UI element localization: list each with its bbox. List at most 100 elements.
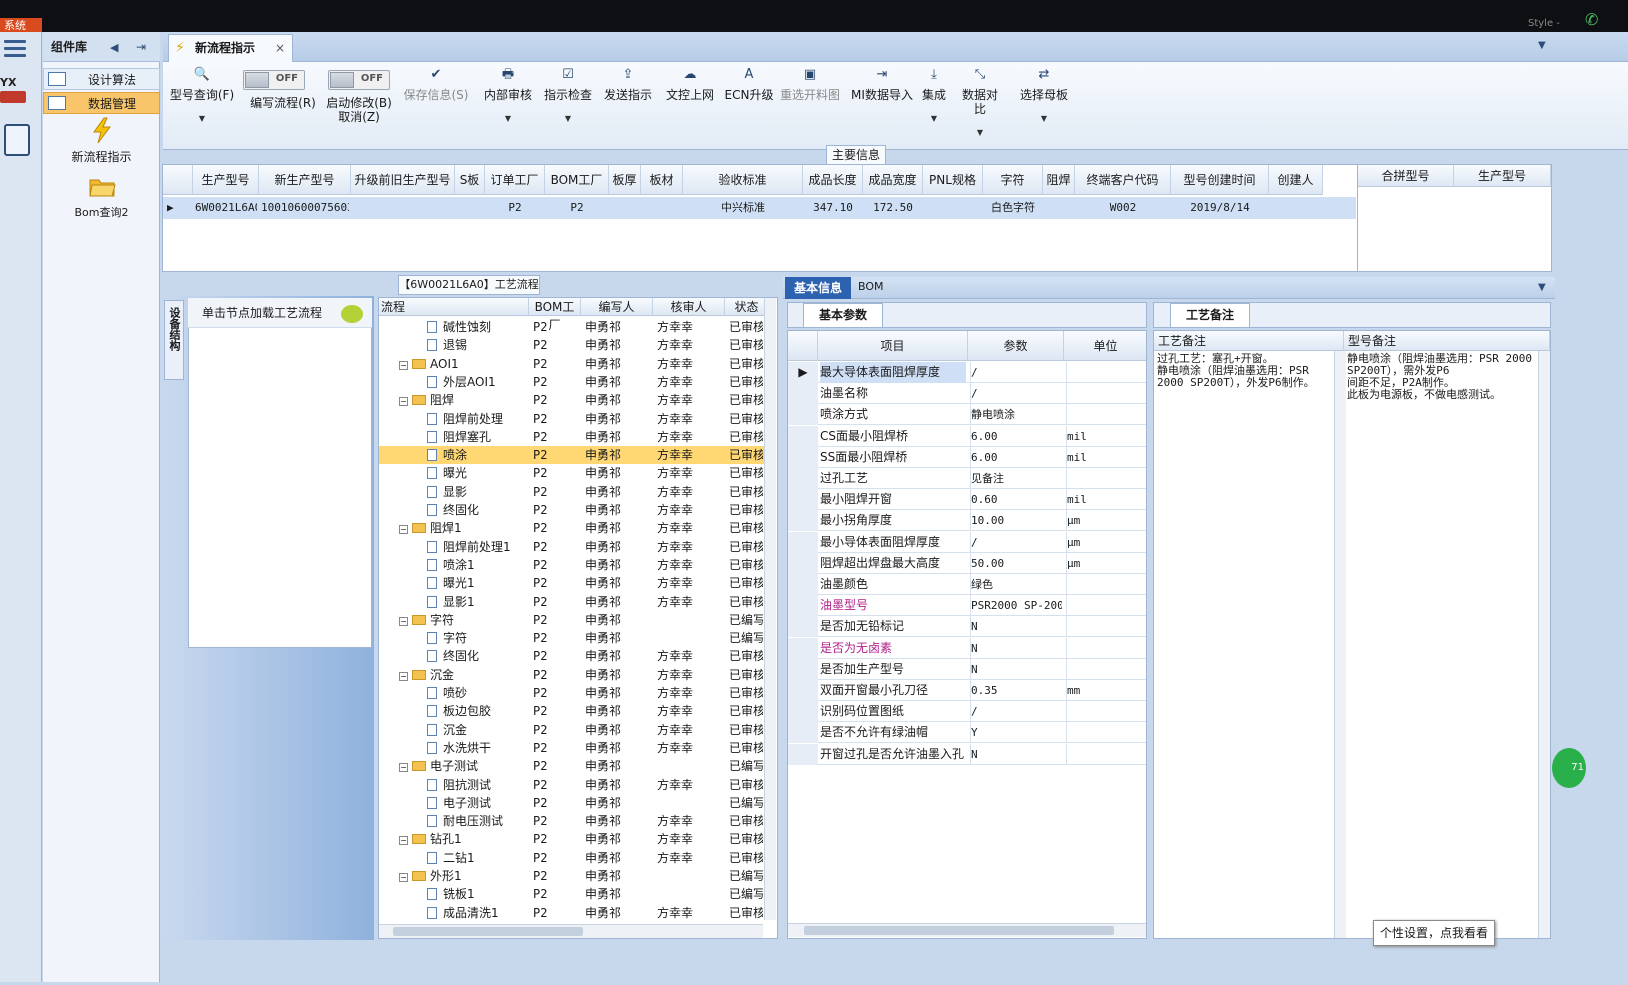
param-row[interactable]: 是否为无卤素 N — [788, 637, 1146, 659]
column-header[interactable]: 参数 — [968, 331, 1064, 361]
param-row[interactable]: 最小阻焊开窗 0.60 mil — [788, 489, 1146, 511]
param-row[interactable]: 是否加无铅标记 N — [788, 616, 1146, 638]
tab-basic-info[interactable]: 基本信息 — [785, 277, 851, 299]
vertical-scrollbar[interactable] — [1538, 351, 1550, 938]
tab-new-flow[interactable]: ⚡ 新流程指示 × — [168, 34, 293, 62]
ribbon-button-7[interactable]: ⇥ MI数据导入 — [849, 68, 915, 103]
model-remark-text[interactable]: 静电喷涂（阻焊油墨选用：PSR 2000 SP200T），需外发P6 间距不足，… — [1347, 353, 1539, 401]
param-row[interactable]: SS面最小阻焊桥 6.00 mil — [788, 446, 1146, 468]
column-header[interactable]: 生产型号 — [1454, 165, 1551, 187]
column-header[interactable]: PNL规格 — [923, 165, 983, 195]
tree-row[interactable]: 喷砂 P2 申勇祁 方幸幸 已审核 — [379, 684, 769, 702]
table-cell[interactable]: W002 — [1077, 198, 1169, 218]
tree-row[interactable]: − 阻焊1 P2 申勇祁 方幸幸 已审核 — [379, 519, 769, 537]
chevron-down-icon[interactable]: ▼ — [1538, 40, 1546, 51]
style-menu[interactable]: Style - — [1528, 18, 1560, 29]
param-value[interactable]: / — [970, 531, 1062, 553]
table-cell[interactable] — [1045, 198, 1073, 218]
column-header[interactable]: BOM工厂 — [545, 165, 609, 195]
param-row[interactable]: 是否加生产型号 N — [788, 658, 1146, 680]
tree-row[interactable]: 退锡 P2 申勇祁 方幸幸 已审核 — [379, 336, 769, 354]
comment-icon[interactable] — [341, 305, 363, 323]
param-row[interactable]: 油墨颜色 绿色 — [788, 574, 1146, 595]
param-value[interactable]: 见备注 — [970, 468, 1062, 489]
tree-row[interactable]: 显影 P2 申勇祁 方幸幸 已审核 — [379, 483, 769, 501]
floating-badge[interactable]: 71 — [1552, 748, 1586, 788]
column-header[interactable]: 成品长度 — [803, 165, 863, 195]
param-value[interactable]: N — [970, 616, 1062, 638]
param-row[interactable]: CS面最小阻焊桥 6.00 mil — [788, 425, 1146, 447]
param-value[interactable]: 0.60 — [970, 489, 1062, 511]
ribbon-button-4[interactable]: ☁ 文控上网 — [663, 68, 717, 103]
device-tree[interactable] — [188, 298, 372, 648]
pin-icon[interactable]: ⇥ — [136, 40, 146, 54]
tab-device-structure[interactable]: 设备结构 — [164, 300, 184, 380]
tree-row[interactable]: 显影1 P2 申勇祁 方幸幸 已审核 — [379, 593, 769, 611]
column-header[interactable]: 状态 — [725, 298, 769, 316]
tree-row[interactable]: 耐电压测试 P2 申勇祁 方幸幸 已审核 — [379, 812, 769, 830]
column-header[interactable]: 字符 — [983, 165, 1043, 195]
ribbon-button-2[interactable]: ☑ 指示检查 ▼ — [541, 68, 595, 126]
tree-row[interactable]: 阻抗测试 P2 申勇祁 方幸幸 已审核 — [379, 776, 769, 794]
tree-row[interactable]: − 阻焊 P2 申勇祁 方幸幸 已审核 — [379, 391, 769, 409]
chevron-down-icon[interactable]: ▼ — [1538, 282, 1546, 293]
process-remark-text[interactable]: 过孔工艺：塞孔+开窗。 静电喷涂（阻焊油墨选用：PSR 2000 SP200T）… — [1157, 353, 1335, 389]
tree-row[interactable]: 阻焊前处理1 P2 申勇祁 方幸幸 已审核 — [379, 538, 769, 556]
column-header[interactable]: 终端客户代码 — [1075, 165, 1171, 195]
param-row[interactable]: 油墨名称 / — [788, 383, 1146, 405]
close-icon[interactable]: × — [275, 35, 285, 61]
tree-row[interactable]: 字符 P2 申勇祁 已编写 — [379, 629, 769, 647]
tree-row[interactable]: − 外形1 P2 申勇祁 已编写 — [379, 867, 769, 885]
personalize-tip[interactable]: 个性设置，点我看看 — [1373, 920, 1495, 946]
tree-row[interactable]: 曝光 P2 申勇祁 方幸幸 已审核 — [379, 464, 769, 482]
vertical-scrollbar[interactable] — [1334, 351, 1346, 938]
param-value[interactable]: 静电喷涂 — [970, 404, 1062, 426]
ribbon-button-9[interactable]: ⤡ 数据对比 ▼ — [957, 68, 1003, 140]
column-header[interactable]: BOM工厂 — [529, 298, 581, 332]
collapse-icon[interactable]: − — [399, 873, 408, 882]
column-header[interactable]: 单位 — [1064, 331, 1146, 361]
tree-row[interactable]: − AOI1 P2 申勇祁 方幸幸 已审核 — [379, 355, 769, 373]
collapse-icon[interactable]: − — [399, 397, 408, 407]
model-query-button[interactable]: 🔍 型号查询(F) ▼ — [167, 68, 237, 126]
tree-row[interactable]: 二钻1 P2 申勇祁 方幸幸 已审核 — [379, 849, 769, 867]
table-cell[interactable]: P2 — [487, 198, 543, 218]
table-cell[interactable]: 6W0021L6A0 — [195, 198, 257, 218]
start-modify-toggle[interactable]: OFF — [328, 70, 390, 90]
tree-row[interactable]: 板边包胶 P2 申勇祁 方幸幸 已审核 — [379, 702, 769, 720]
param-row[interactable]: 是否不允许有绿油帽 Y — [788, 722, 1146, 744]
ribbon-button-3[interactable]: ⇪ 发送指示 — [601, 68, 655, 103]
param-value[interactable]: PSR2000 SP-200T — [970, 595, 1062, 617]
param-value[interactable]: 6.00 — [970, 425, 1062, 447]
param-value[interactable]: N — [970, 637, 1062, 659]
table-cell[interactable] — [611, 198, 639, 218]
tree-row[interactable]: − 字符 P2 申勇祁 已编写 — [379, 611, 769, 629]
collapse-left-icon[interactable]: ◀ — [110, 41, 118, 54]
param-row[interactable]: 最小拐角厚度 10.00 μm — [788, 510, 1146, 532]
param-row[interactable]: 油墨型号 PSR2000 SP-200T — [788, 595, 1146, 617]
collapse-icon[interactable]: − — [399, 616, 408, 626]
tab-process-remarks[interactable]: 工艺备注 — [1170, 303, 1250, 327]
ribbon-button-6[interactable]: ▣ 重选开料图 — [779, 68, 841, 103]
table-cell[interactable]: 白色字符 — [985, 198, 1041, 218]
param-value[interactable]: / — [970, 701, 1062, 723]
ribbon-button-0[interactable]: ✔ 保存信息(S) — [401, 68, 471, 103]
tree-row[interactable]: 阻焊前处理 P2 申勇祁 方幸幸 已审核 — [379, 410, 769, 428]
param-value[interactable]: N — [970, 658, 1062, 680]
column-header[interactable]: 型号创建时间 — [1171, 165, 1269, 195]
phone-icon[interactable]: ✆ — [1585, 12, 1607, 28]
param-value[interactable]: / — [970, 362, 1062, 383]
tree-row[interactable]: − 电子测试 P2 申勇祁 已编写 — [379, 757, 769, 775]
table-cell[interactable]: 347.10 — [805, 198, 861, 218]
param-value[interactable]: 绿色 — [970, 574, 1062, 595]
table-cell[interactable]: 10010600075603 — [261, 198, 349, 218]
column-header[interactable]: 升级前旧生产型号 — [351, 165, 455, 195]
column-header[interactable]: 新生产型号 — [259, 165, 351, 195]
horizontal-scrollbar[interactable] — [788, 923, 1146, 937]
param-row[interactable]: 开窗过孔是否允许油墨入孔 N — [788, 743, 1146, 765]
tree-row[interactable]: 喷涂1 P2 申勇祁 方幸幸 已审核 — [379, 556, 769, 574]
column-header[interactable]: 创建人 — [1269, 165, 1323, 195]
param-row[interactable]: 最小导体表面阻焊厚度 / μm — [788, 531, 1146, 553]
collapse-icon[interactable]: − — [399, 525, 408, 535]
yx-logo-icon[interactable]: YX — [0, 76, 32, 110]
